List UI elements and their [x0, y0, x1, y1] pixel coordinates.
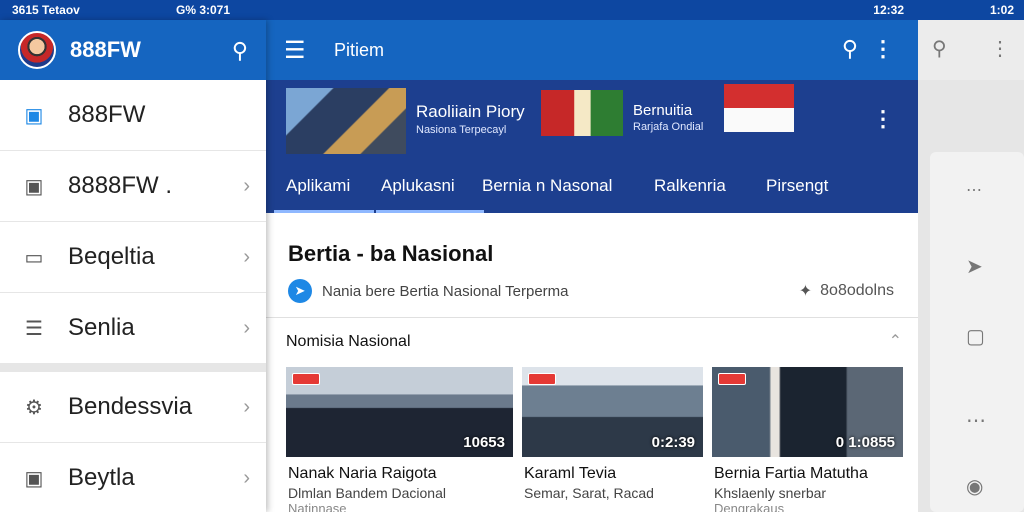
banner-thumbnail-1[interactable] [286, 88, 406, 154]
gear-icon: ⚙ [25, 396, 43, 419]
drawer-item-label: 888FW [68, 101, 146, 128]
search-icon[interactable]: ⚲ [842, 36, 858, 62]
flag-image [724, 84, 794, 132]
messenger-icon: ➤ [288, 279, 312, 303]
chevron-right-icon: › [243, 316, 250, 339]
drawer-item-label: Beytla [68, 464, 135, 491]
send-icon: ➤ [966, 256, 983, 278]
banner-item-title: Bernuitia [633, 102, 693, 119]
more-icon[interactable]: ⋮ [872, 36, 894, 62]
chevron-right-icon: › [243, 466, 250, 489]
image-icon: ▣ [24, 175, 44, 198]
news-card-subtitle: Semar, Sarat, Racad [524, 485, 654, 501]
chevron-right-icon: › [243, 395, 250, 418]
tab-aplukasni[interactable]: Aplukasni [381, 176, 455, 196]
app-icon: ▣ [24, 104, 44, 127]
drawer-item-label: Beqeltia [68, 243, 155, 270]
drawer-item-label: Senlia [68, 314, 135, 341]
chevron-right-icon: › [243, 245, 250, 268]
sub-section-title: Nomisia Nasional [286, 333, 411, 350]
banner-item-title: Raoliiain Piory [416, 102, 525, 121]
news-card-title: Nanak Naria Raigota [288, 465, 437, 482]
search-icon[interactable]: ⚲ [232, 38, 248, 64]
featured-banner: Raoliiain Piory Nasiona Terpecayl Bernui… [266, 80, 918, 213]
square-icon: ▣ [24, 467, 44, 490]
banner-item-2[interactable]: Bernuitia Rarjafa Ondial [633, 102, 703, 133]
chevron-right-icon: › [243, 174, 250, 197]
live-badge [718, 373, 746, 385]
more-icon[interactable]: ⋮ [872, 106, 894, 132]
drawer-item-1[interactable]: ▣ 888FW [0, 80, 266, 151]
info-count: 8o8odolns [820, 282, 894, 299]
banner-thumbnail-2[interactable] [541, 90, 623, 136]
avatar[interactable] [18, 31, 56, 69]
status-bar: 3615 Tetaov G% 3:071 12:32 1:02 [0, 0, 1024, 20]
banner-item-subtitle: Nasiona Terpecayl [416, 124, 507, 136]
drawer-item-6[interactable]: ▣ Beytla › [0, 443, 266, 512]
tab-aplikami[interactable]: Aplikami [286, 176, 350, 196]
drawer-divider [0, 364, 266, 372]
banner-item-subtitle: Rarjafa Ondial [633, 121, 704, 133]
status-clock: 12:32 [873, 3, 904, 17]
message-icon: ▢ [966, 326, 985, 348]
live-badge [528, 373, 556, 385]
news-card-title: Bernia Fartia Matutha [714, 465, 868, 482]
news-card-subtitle: Khslaenly snerbar [714, 485, 827, 501]
drawer-header: 888FW ⚲ [0, 20, 266, 80]
view-count: 0:2:39 [651, 434, 695, 451]
news-card[interactable]: 0:2:39 Karaml Tevia Semar, Sarat, Racad [522, 367, 703, 512]
status-mid-text: G% 3:071 [176, 3, 231, 17]
banner-item-1[interactable]: Raoliiain Piory Nasiona Terpecayl [416, 102, 525, 136]
section-title: Bertia - ba Nasional [288, 241, 494, 266]
app-bar: ☰ Pitiem ⚲ ⋮ [266, 20, 918, 80]
location-icon: ◉ [966, 476, 984, 498]
navigation-drawer: 888FW ⚲ ▣ 888FW ▣ 8888FW . › ▭ Beqeltia … [0, 20, 266, 512]
drawer-item-label: Bendessvia [68, 393, 193, 420]
status-left-text: 3615 Tetaov [12, 3, 80, 17]
drawer-title: 888FW [70, 37, 141, 62]
monitor-icon: ▭ [24, 246, 44, 269]
more-icon: ⋯ [966, 410, 986, 432]
news-card[interactable]: 0 1:0855 Bernia Fartia Matutha Khslaenly… [712, 367, 903, 512]
tab-berita-nasional[interactable]: Bernia n Nasonal [482, 176, 612, 196]
dots-icon: ⋯ [966, 182, 982, 199]
menu-icon[interactable]: ☰ [284, 36, 306, 65]
view-count: 10653 [463, 434, 505, 451]
news-card-subtitle-2: Dengrakaus [714, 501, 785, 512]
status-clock-secondary: 1:02 [989, 3, 1014, 17]
content-area: Bertia - ba Nasional ➤ Nania bere Bertia… [266, 213, 918, 512]
info-text: Nania bere Bertia Nasional Terperma [322, 282, 569, 300]
tab-ralkenria[interactable]: Ralkenria [654, 176, 726, 196]
drawer-item-4[interactable]: ☰ Senlia › [0, 293, 266, 364]
share-icon: ✦ [798, 283, 813, 300]
live-badge [292, 373, 320, 385]
divider [266, 317, 918, 318]
news-card-image: 10653 [286, 367, 513, 457]
drawer-item-label: 8888FW . [68, 172, 173, 199]
main-panel: ☰ Pitiem ⚲ ⋮ Raoliiain Piory Nasiona Ter… [266, 20, 918, 512]
view-count: 0 1:0855 [835, 434, 895, 451]
list-icon: ☰ [25, 317, 43, 340]
app-bar-title: Pitiem [334, 40, 385, 60]
news-card-subtitle-2: Natinnase [288, 501, 347, 512]
drawer-item-3[interactable]: ▭ Beqeltia › [0, 222, 266, 293]
chevron-up-icon[interactable]: ⌃ [889, 331, 902, 351]
news-card-image: 0 1:0855 [712, 367, 903, 457]
news-card-title: Karaml Tevia [524, 465, 617, 482]
search-icon: ⚲ [932, 38, 947, 60]
tab-pirsengt[interactable]: Pirsengt [766, 176, 828, 196]
info-count-group[interactable]: ✦ 8o8odolns [799, 281, 894, 301]
news-card-image: 0:2:39 [522, 367, 703, 457]
news-card[interactable]: 10653 Nanak Naria Raigota Dlmlan Bandem … [286, 367, 513, 512]
more-icon: ⋮ [990, 38, 1010, 60]
info-row[interactable]: ➤ Nania bere Bertia Nasional Terperma ✦ … [288, 277, 900, 305]
drawer-item-5[interactable]: ⚙ Bendessvia › [0, 372, 266, 443]
news-card-subtitle: Dlmlan Bandem Dacional [288, 485, 446, 501]
drawer-item-2[interactable]: ▣ 8888FW . › [0, 151, 266, 222]
tab-bar: Aplikami Aplukasni Bernia n Nasonal Ralk… [266, 154, 918, 213]
